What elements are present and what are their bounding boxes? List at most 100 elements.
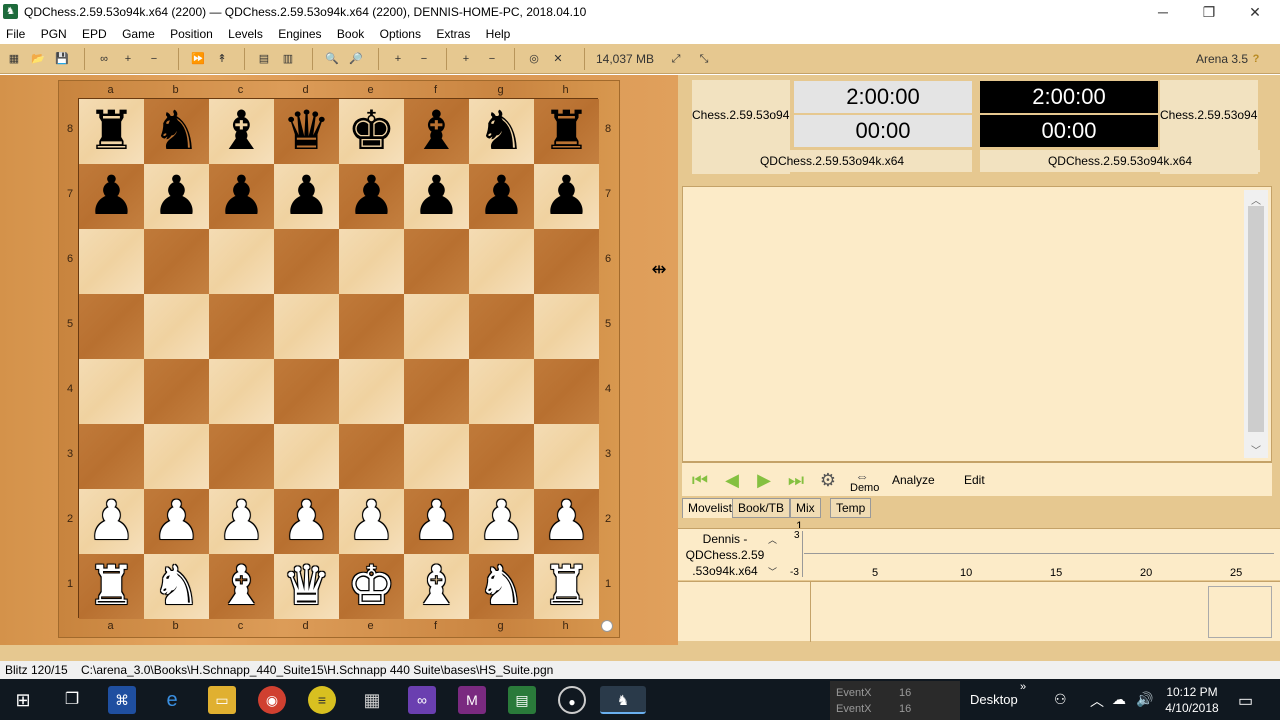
black-queen-piece[interactable]: ♛ [274, 99, 339, 164]
pgn-plus-icon[interactable]: + [388, 50, 408, 68]
menu-options[interactable]: Options [374, 24, 427, 42]
next-move-icon[interactable]: ▶ [752, 469, 776, 491]
menu-epd[interactable]: EPD [76, 24, 113, 42]
chrome-icon[interactable]: ◉ [258, 686, 286, 714]
square-g4[interactable] [469, 359, 534, 424]
square-h4[interactable] [534, 359, 599, 424]
onedrive-cloud-icon[interactable]: ☁ [1112, 691, 1126, 708]
tablebase-icon[interactable]: ▥ [278, 50, 298, 68]
square-e6[interactable] [339, 229, 404, 294]
square-g3[interactable] [469, 424, 534, 489]
obs-studio-icon[interactable]: ● [558, 686, 586, 714]
movelist-panel[interactable] [682, 186, 1272, 462]
black-pawn-piece[interactable]: ♟ [469, 164, 534, 229]
black-knight-piece[interactable]: ♞ [144, 99, 209, 164]
square-g6[interactable] [469, 229, 534, 294]
black-pawn-piece[interactable]: ♟ [209, 164, 274, 229]
settings-gear-icon[interactable]: ⚙ [816, 469, 840, 491]
movelist-scrollbar[interactable]: ︿ ﹀ [1244, 190, 1268, 458]
splitter-resize-icon[interactable]: ⇹ [642, 258, 676, 280]
white-rook-piece[interactable]: ♜ [79, 554, 144, 619]
action-center-icon[interactable]: ▭ [1238, 691, 1253, 711]
save-file-icon[interactable]: 💾 [52, 50, 72, 68]
menu-levels[interactable]: Levels [222, 24, 269, 42]
square-f3[interactable] [404, 424, 469, 489]
new-game-icon[interactable]: ▦ [4, 50, 24, 68]
square-a6[interactable] [79, 229, 144, 294]
toolbar-expand-icon[interactable]: » [1020, 681, 1026, 693]
square-h5[interactable] [534, 294, 599, 359]
system-clock[interactable]: 10:12 PM 4/10/2018 [1160, 684, 1224, 716]
square-c3[interactable] [209, 424, 274, 489]
square-d6[interactable] [274, 229, 339, 294]
calculator-icon[interactable]: ▦ [358, 686, 386, 714]
square-d4[interactable] [274, 359, 339, 424]
white-bishop-piece[interactable]: ♝ [209, 554, 274, 619]
zoom-out-icon[interactable]: 🔎 [346, 50, 366, 68]
white-pawn-piece[interactable]: ♟ [144, 489, 209, 554]
visual-studio-code-icon[interactable]: ⌘ [108, 686, 136, 714]
white-pawn-piece[interactable]: ♟ [79, 489, 144, 554]
notes-app-icon[interactable]: ≡ [308, 686, 336, 714]
black-pawn-piece[interactable]: ♟ [534, 164, 599, 229]
zoom-in-icon[interactable]: 🔍 [322, 50, 342, 68]
start-windows-icon[interactable]: ⊞ [9, 686, 37, 714]
level-plus-icon[interactable]: + [118, 50, 138, 68]
white-pawn-piece[interactable]: ♟ [274, 489, 339, 554]
edge-browser-icon[interactable]: e [158, 686, 186, 714]
square-b4[interactable] [144, 359, 209, 424]
black-bishop-piece[interactable]: ♝ [404, 99, 469, 164]
white-pawn-piece[interactable]: ♟ [534, 489, 599, 554]
math-app-icon[interactable]: M [458, 686, 486, 714]
square-a4[interactable] [79, 359, 144, 424]
web-globe-icon[interactable]: ◎ [524, 50, 544, 68]
edit-button[interactable]: Edit [964, 473, 985, 487]
analyze-button[interactable]: Analyze [892, 473, 935, 487]
white-king-piece[interactable]: ♚ [339, 554, 404, 619]
black-pawn-piece[interactable]: ♟ [404, 164, 469, 229]
black-rook-piece[interactable]: ♜ [79, 99, 144, 164]
tab-movelist[interactable]: Movelist [682, 498, 739, 518]
infinite-icon[interactable]: ∞ [94, 50, 114, 68]
white-rook-piece[interactable]: ♜ [534, 554, 599, 619]
level-minus-icon[interactable]: − [144, 50, 164, 68]
takeback-icon[interactable]: ↟ [212, 50, 232, 68]
task-view-icon[interactable]: ❐ [58, 686, 86, 714]
white-pawn-piece[interactable]: ♟ [469, 489, 534, 554]
desktop-toolbar-label[interactable]: Desktop [970, 692, 1018, 707]
white-knight-piece[interactable]: ♞ [469, 554, 534, 619]
square-b3[interactable] [144, 424, 209, 489]
people-icon[interactable]: ⚇ [1054, 691, 1067, 708]
menu-book[interactable]: Book [331, 24, 370, 42]
square-d3[interactable] [274, 424, 339, 489]
white-queen-piece[interactable]: ♛ [274, 554, 339, 619]
graph-scroll-down-icon[interactable]: ﹀ [768, 565, 777, 578]
epd-minus-icon[interactable]: − [482, 50, 502, 68]
square-c4[interactable] [209, 359, 274, 424]
help-icon[interactable]: ? [1246, 50, 1266, 68]
move-now-icon[interactable]: ⏩ [188, 50, 208, 68]
menu-position[interactable]: Position [164, 24, 219, 42]
square-b6[interactable] [144, 229, 209, 294]
white-pawn-piece[interactable]: ♟ [404, 489, 469, 554]
restore-button[interactable]: ❐ [1186, 2, 1232, 22]
square-h6[interactable] [534, 229, 599, 294]
previous-move-icon[interactable]: ◀ [720, 469, 744, 491]
open-file-icon[interactable]: 📂 [28, 50, 48, 68]
menu-extras[interactable]: Extras [430, 24, 476, 42]
square-f6[interactable] [404, 229, 469, 294]
demo-button[interactable]: Demo [850, 482, 879, 494]
square-e4[interactable] [339, 359, 404, 424]
square-c5[interactable] [209, 294, 274, 359]
square-b5[interactable] [144, 294, 209, 359]
menu-engines[interactable]: Engines [272, 24, 327, 42]
square-e5[interactable] [339, 294, 404, 359]
tab-book-tb[interactable]: Book/TB [732, 498, 791, 518]
last-move-icon[interactable]: ⏭ [784, 469, 808, 491]
volume-icon[interactable]: 🔊 [1136, 691, 1153, 708]
black-pawn-piece[interactable]: ♟ [79, 164, 144, 229]
black-king-piece[interactable]: ♚ [339, 99, 404, 164]
black-rook-piece[interactable]: ♜ [534, 99, 599, 164]
tab-mix-1[interactable]: Mix 1 [790, 498, 821, 533]
square-a3[interactable] [79, 424, 144, 489]
